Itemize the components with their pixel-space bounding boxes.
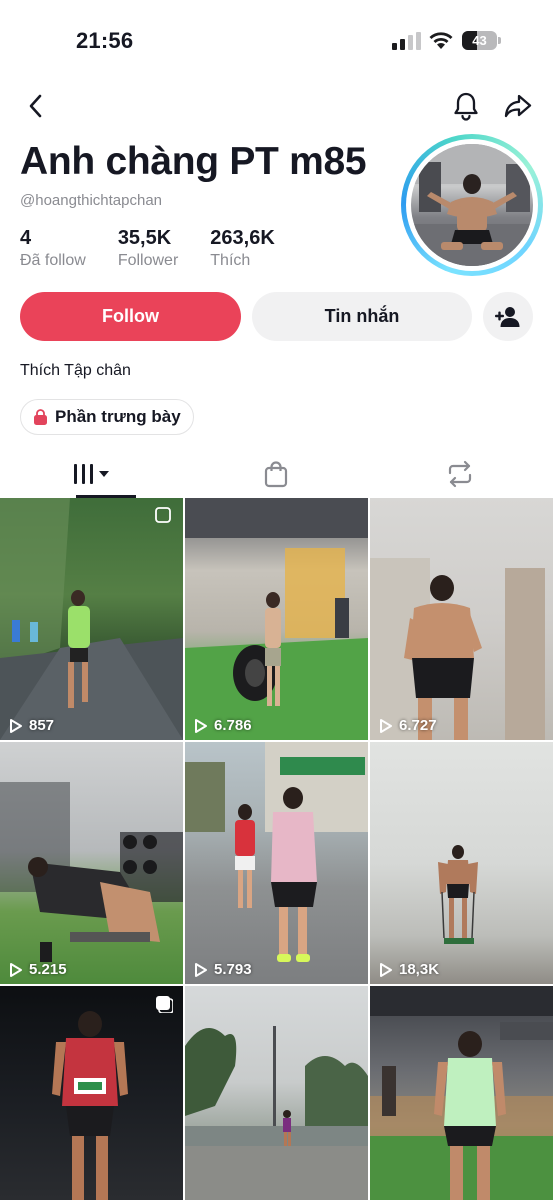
video-tile[interactable]: [0, 986, 183, 1200]
video-tile[interactable]: 5.215: [0, 742, 183, 984]
message-button[interactable]: Tin nhắn: [252, 292, 472, 341]
play-icon: [380, 962, 392, 977]
video-views: 6.786: [194, 717, 252, 734]
add-user-icon: [495, 306, 520, 327]
play-icon: [195, 962, 207, 977]
stat-following-value: 4: [20, 227, 32, 249]
stat-followers-label: Follower: [117, 252, 179, 269]
profile-tabs: [0, 450, 553, 498]
wifi-icon: [429, 32, 453, 49]
play-icon: [10, 718, 22, 733]
notifications-button[interactable]: [450, 90, 482, 122]
add-friend-button[interactable]: [483, 292, 533, 341]
multi-photo-icon: [156, 996, 173, 1013]
tab-videos[interactable]: [0, 450, 184, 498]
follow-button[interactable]: Follow: [20, 292, 241, 341]
play-icon: [380, 718, 392, 733]
share-arrow-icon: [504, 94, 532, 118]
share-button[interactable]: [502, 90, 534, 122]
video-tile[interactable]: [370, 986, 553, 1200]
showcase-button[interactable]: Phần trưng bày: [20, 399, 194, 435]
video-views: 5.793: [194, 961, 252, 978]
cellular-signal-icon: [392, 32, 421, 50]
avatar[interactable]: [401, 134, 543, 276]
battery-percent: 43: [472, 33, 487, 48]
video-grid: 857 6.786 6.727 5.215 5.793 18,3K: [0, 498, 553, 1200]
stat-likes[interactable]: 263,6K Thích: [210, 226, 275, 270]
shopping-bag-icon: [34, 408, 47, 425]
video-views: 5.215: [9, 961, 67, 978]
status-bar: 21:56 43: [0, 0, 553, 82]
stat-following[interactable]: 4 Đã follow: [20, 226, 86, 270]
tab-shop[interactable]: [184, 450, 368, 498]
showcase-label: Phần trưng bày: [55, 407, 181, 426]
video-views: 6.727: [379, 717, 437, 734]
stat-likes-label: Thích: [210, 252, 251, 269]
stat-followers[interactable]: 35,5K Follower: [118, 226, 178, 270]
bell-icon: [454, 92, 478, 121]
profile-bio: Thích Tập chân: [20, 362, 131, 379]
stat-followers-value: 35,5K: [117, 227, 172, 249]
play-icon: [10, 962, 22, 977]
video-views: 18,3K: [379, 961, 439, 978]
tab-repost[interactable]: [368, 450, 552, 498]
video-tile[interactable]: 857: [0, 498, 183, 740]
video-tile[interactable]: 6.786: [185, 498, 368, 740]
video-tile[interactable]: 6.727: [370, 498, 553, 740]
shopping-bag-icon: [264, 461, 288, 488]
profile-handle: @hoangthichtapchan: [20, 192, 163, 209]
grid-icon: [74, 464, 109, 484]
profile-name: Anh chàng PT m85: [20, 140, 367, 183]
multi-photo-icon: [155, 507, 171, 523]
chevron-left-icon: [29, 94, 42, 118]
profile-stats: 4 Đã follow 35,5K Follower 263,6K Thích: [20, 226, 307, 270]
status-time: 21:56: [76, 28, 134, 53]
play-icon: [195, 718, 207, 733]
stat-following-label: Đã follow: [20, 252, 86, 269]
stat-likes-value: 263,6K: [210, 227, 275, 249]
video-tile[interactable]: 18,3K: [370, 742, 553, 984]
video-tile[interactable]: 5.793: [185, 742, 368, 984]
battery-icon: 43: [462, 31, 502, 50]
back-button[interactable]: [20, 90, 52, 122]
avatar-photo: [411, 144, 533, 266]
video-views: 857: [9, 717, 54, 734]
video-tile[interactable]: [185, 986, 368, 1200]
repost-icon: [448, 460, 472, 488]
